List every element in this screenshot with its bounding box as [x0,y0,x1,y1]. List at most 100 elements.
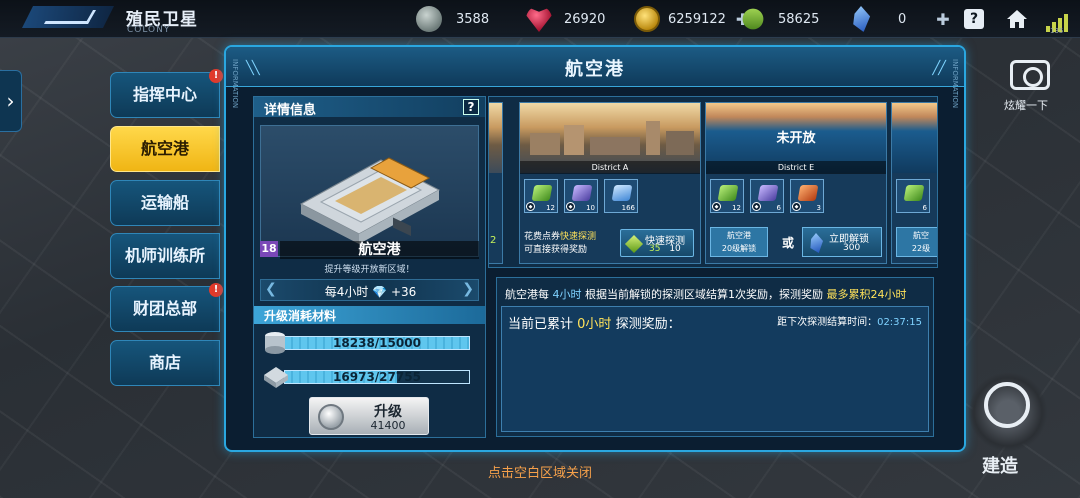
reward-slot[interactable]: ◆ 12 [710,179,744,213]
reward-count: 3 [816,204,821,212]
accumulated-rewards: 当前已累计 0小时 探测奖励： 距下次探测结算时间：02:37:15 [501,306,929,432]
detail-header: 详情信息 ? [254,97,485,118]
menu-item-label: 指挥中心 [132,85,197,104]
camera-icon[interactable] [1010,60,1050,90]
accumulated-text: 当前已累计 0小时 探测奖励： [508,313,681,332]
unlock-requirement-level: 20级解锁 [721,244,757,253]
menu-item-label: 商店 [148,353,181,372]
share-label[interactable]: 炫耀一下 [1004,97,1048,113]
resource-ore: 3588 [416,0,489,38]
reward-count: 166 [621,204,635,212]
reward-level-icon: ◆ [792,202,801,211]
panel-header: INFORMATION ╲╲ 航空港 ╱╱ INFORMATION [226,47,964,108]
next-settlement-time: 02:37:15 [877,317,922,328]
reward-slot[interactable]: 6 [896,179,930,213]
material-amount: 16973/27755 [333,370,421,384]
district-actions: 花费点券快速探测 可直接获得奖励 快速探测 35 10 [520,225,700,261]
menu-item-command-center[interactable]: 指挥中心 ! [110,69,223,118]
rule-mid: 根据当前解锁的探测区域结算1次奖励，探测奖励 [585,288,823,301]
menu-item-spaceport[interactable]: 航空港 [110,126,220,172]
heart-value: 26920 [564,11,606,27]
detail-panel: 详情信息 ? 18 航空港 提升等级开放新区域！ ❮ 每4小时 💎 +36 ❯ … [253,96,486,438]
reward-level-icon: ◆ [712,202,721,211]
district-actions: 航空 22级 [892,225,937,261]
reward-level-icon: ◆ [566,202,575,211]
reward-slot[interactable]: ◆ 12 [524,179,558,213]
production-rate-text: 每4小时 💎 +36 [324,285,417,299]
unlock-requirement-building: 航空港 [727,231,751,240]
close-hint[interactable]: 点击空白区域关闭 [0,462,1080,481]
build-label[interactable]: 建造 [982,452,1018,478]
resource-crystal: 0 ✚ [848,0,950,38]
next-settlement: 距下次探测结算时间：02:37:15 [777,313,922,328]
or-label: 或 [782,236,795,250]
coin-icon [634,6,660,32]
production-rate: ❮ 每4小时 💎 +36 ❯ [260,279,479,301]
unlock-requirement: 航空港 20级解锁 [710,227,768,257]
reward-slot[interactable]: ◆ 10 [564,179,598,213]
material-row-parts: 16973/27755 [262,365,472,388]
diamond-reward-icon [611,185,633,201]
building-level-badge: 18 [260,241,278,257]
building-image [260,125,479,257]
upgrade-label: 升级 [374,404,402,420]
resource-coin: 6259122 ✚ [634,0,749,38]
metal-icon [265,332,285,354]
reward-slot[interactable]: 166 [604,179,638,213]
detail-help-button[interactable]: ? [463,99,479,115]
reward-count: 12 [546,204,555,212]
menu-item-consortium-hq[interactable]: 财团总部 ! [110,283,223,332]
resource-heart: 26920 [526,0,605,38]
material-amount: 18238/15000 [333,336,421,350]
menu-item-shop[interactable]: 商店 [110,340,220,386]
ore-value: 3588 [456,11,490,27]
city-skyline-icon [530,121,694,155]
back-logo-icon[interactable] [22,6,114,28]
district-name: District A [520,161,700,174]
crystal-icon [810,233,823,253]
upgrade-materials-header: 升级消耗材料 [254,306,485,324]
district-card-partial-left: 2 [489,102,503,264]
gear-reward-icon [797,185,819,201]
chevron-right-icon: ❯ [462,281,474,297]
rule-prefix: 航空港每 [505,288,549,301]
exploration-info: 航空港每 4小时 根据当前解锁的探测区域结算1次奖励，探测奖励 最多累积24小时… [496,277,934,437]
reward-slot[interactable]: ◆ 6 [750,179,784,213]
upgrade-button[interactable]: 升级 41400 [309,397,429,435]
resource-cube: 58625 [738,0,819,38]
help-button[interactable]: ? [964,9,984,29]
add-crystal-icon[interactable]: ✚ [936,10,949,29]
reward-count: 6 [922,204,927,212]
build-button[interactable] [968,372,1048,452]
district-card-e[interactable]: 未开放 District E ◆ 12 ◆ 6 ◆ 3 航空港 20级解锁 或 [705,102,887,264]
instant-unlock-button[interactable]: 立即解锁 300 [802,227,882,257]
expand-arrow-icon[interactable]: › [0,70,22,132]
building-name: 航空港 [280,241,479,259]
district-image [489,103,502,173]
unlock-requirement: 航空 22级 [896,227,937,257]
alert-badge: ! [209,69,223,83]
wrench-robot-icon [984,382,1030,428]
stripe-icon: ╱╱ [932,61,946,76]
menu-item-label: 财团总部 [132,299,197,318]
hint-suffix: 可直接获得奖励 [524,245,588,255]
menu-item-label: 航空港 [140,139,189,158]
reward-count: 6 [776,204,781,212]
next-settlement-prefix: 距下次探测结算时间： [777,317,878,328]
quick-explore-cost-have: 35 [649,244,661,254]
home-icon[interactable] [1006,9,1028,29]
district-card-a[interactable]: District A ◆ 12 ◆ 10 166 花费点券快速探测 可直接获得奖… [519,102,701,264]
menu-item-pilot-training[interactable]: 机师训练所 [110,233,220,279]
menu-item-transport-ship[interactable]: 运输船 [110,180,220,226]
gear-reward-icon [717,185,739,201]
reward-count: 12 [732,204,741,212]
quick-explore-button[interactable]: 快速探测 35 10 [620,229,694,257]
exploration-rule: 航空港每 4小时 根据当前解锁的探测区域结算1次奖励，探测奖励 最多累积24小时 [505,286,907,302]
unlock-requirement-building: 航空 [913,231,929,240]
reward-slot[interactable]: ◆ 3 [790,179,824,213]
alert-badge: ! [209,283,223,297]
district-card-partial-right[interactable]: 6 航空 22级 [891,102,937,264]
crystal-value: 0 [898,11,907,27]
district-carousel[interactable]: 2 District A ◆ 12 ◆ 10 166 花费点券快速探测 可直接获… [488,96,938,268]
upgrade-note: 提升等级开放新区域！ [324,265,415,275]
